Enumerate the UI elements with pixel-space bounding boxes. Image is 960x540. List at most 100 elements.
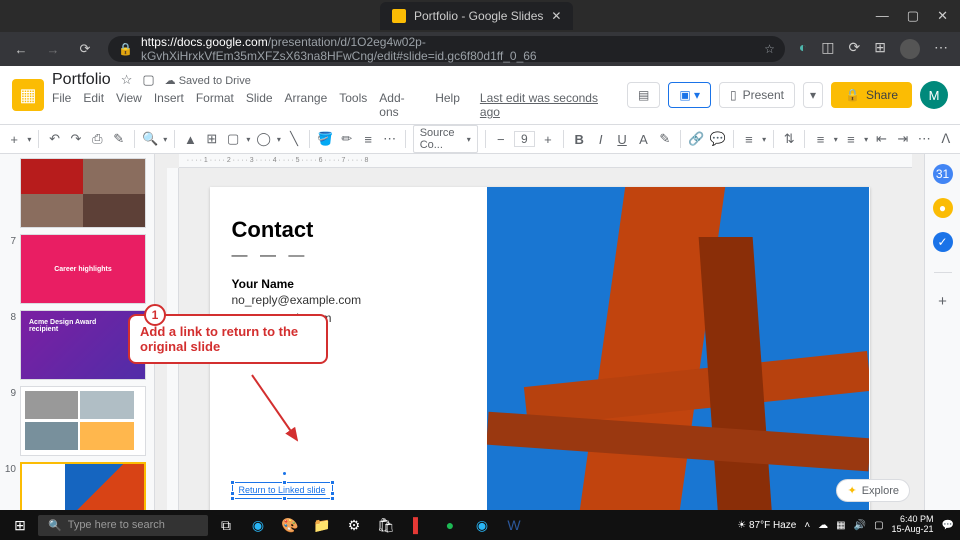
forward-icon[interactable]: → (44, 40, 62, 58)
line-icon[interactable]: ╲ (286, 130, 302, 148)
window-minimize-icon[interactable]: — (876, 8, 889, 24)
hide-menus-icon[interactable]: ᐱ (938, 130, 954, 148)
select-tool-icon[interactable]: ▲ (182, 130, 198, 148)
explore-button[interactable]: Explore (836, 479, 910, 502)
start-button[interactable]: ⊞ (6, 512, 34, 538)
url-input[interactable]: 🔒 https://docs.google.com/presentation/d… (108, 36, 785, 62)
return-link-textbox[interactable]: Return to Linked slide (232, 482, 333, 499)
edge-icon[interactable]: ◉ (244, 512, 272, 538)
print-icon[interactable]: ⎙ (89, 130, 105, 148)
tasks-icon[interactable]: ✓ (933, 232, 953, 252)
zoom-icon[interactable]: 🔍 (142, 130, 158, 148)
menu-help[interactable]: Help (435, 91, 460, 119)
align-icon[interactable]: ≡ (741, 130, 757, 148)
thumbnail-6[interactable] (20, 158, 146, 228)
back-icon[interactable]: ← (12, 40, 30, 58)
move-icon[interactable]: ▢ (142, 72, 154, 88)
store-icon[interactable]: 🛍 (372, 512, 400, 538)
thumbnail-10[interactable] (20, 462, 146, 514)
explorer-icon[interactable]: 📁 (308, 512, 336, 538)
settings-icon[interactable]: ⚙ (340, 512, 368, 538)
comment-icon[interactable]: 💬 (709, 130, 725, 148)
slides-logo-icon[interactable]: ▦ (12, 79, 44, 111)
bulleted-list-icon[interactable]: ≡ (843, 130, 859, 148)
last-edit-link[interactable]: Last edit was seconds ago (480, 91, 619, 119)
menu-slide[interactable]: Slide (246, 91, 273, 119)
language-icon[interactable]: ▢ (874, 520, 883, 531)
image-icon[interactable]: ▢ (225, 130, 241, 148)
font-selector[interactable]: Source Co...▾ (413, 125, 478, 153)
italic-icon[interactable]: I (592, 130, 608, 148)
calendar-icon[interactable]: 31 (933, 164, 953, 184)
sync-icon[interactable]: ⟳ (849, 39, 861, 59)
weather-widget[interactable]: ☀ 87°F Haze (737, 520, 796, 531)
app-icon[interactable]: 🎨 (276, 512, 304, 538)
keep-icon[interactable]: ● (933, 198, 953, 218)
clock[interactable]: 6:40 PM15-Aug-21 (892, 515, 934, 535)
thumbnail-7[interactable]: Career highlights (20, 234, 146, 304)
numbered-list-icon[interactable]: ≡ (812, 130, 828, 148)
office-icon[interactable]: ▌ (404, 512, 432, 538)
task-view-icon[interactable]: ⧉ (212, 512, 240, 538)
menu-edit[interactable]: Edit (83, 91, 104, 119)
thumbnail-9[interactable] (20, 386, 146, 456)
indent-decrease-icon[interactable]: ⇤ (873, 130, 889, 148)
document-title[interactable]: Portfolio (52, 71, 111, 89)
present-dropdown[interactable]: ▾ (803, 82, 823, 108)
underline-icon[interactable]: U (614, 130, 630, 148)
slideshow-dropdown[interactable]: ▣ ▾ (668, 82, 711, 108)
font-size-value[interactable]: 9 (514, 131, 535, 147)
text-color-icon[interactable]: A (635, 130, 651, 148)
highlight-icon[interactable]: ✎ (657, 130, 673, 148)
window-maximize-icon[interactable]: ▢ (907, 8, 919, 24)
extension-icon[interactable]: ◐ (799, 39, 807, 59)
share-button[interactable]: 🔒 Share (831, 82, 912, 108)
border-weight-icon[interactable]: ≡ (360, 130, 376, 148)
reload-icon[interactable]: ⟳ (76, 40, 94, 58)
volume-icon[interactable]: 🔊 (854, 520, 866, 531)
add-addon-icon[interactable]: + (938, 293, 947, 310)
menu-view[interactable]: View (116, 91, 142, 119)
onedrive-icon[interactable]: ☁ (818, 520, 828, 531)
tray-chevron-icon[interactable]: ˄ (804, 520, 810, 531)
new-slide-button[interactable]: + (6, 130, 22, 148)
textbox-icon[interactable]: ⊞ (204, 130, 220, 148)
account-avatar[interactable]: M (920, 81, 948, 109)
border-color-icon[interactable]: ✏ (339, 130, 355, 148)
collections-icon[interactable]: ⊞ (874, 39, 886, 59)
present-button[interactable]: ▯ Present (719, 82, 795, 108)
menu-file[interactable]: File (52, 91, 71, 119)
menu-format[interactable]: Format (196, 91, 234, 119)
profile-icon[interactable] (900, 39, 920, 59)
paint-format-icon[interactable]: ✎ (111, 130, 127, 148)
word-icon[interactable]: W (500, 512, 528, 538)
star-icon[interactable]: ☆ (764, 42, 775, 56)
menu-icon[interactable]: ⋯ (934, 39, 948, 59)
font-size-decrease[interactable]: − (493, 130, 509, 148)
menu-arrange[interactable]: Arrange (285, 91, 328, 119)
indent-increase-icon[interactable]: ⇥ (895, 130, 911, 148)
fill-color-icon[interactable]: 🪣 (317, 130, 333, 148)
shape-icon[interactable]: ◯ (255, 130, 271, 148)
close-tab-icon[interactable]: ✕ (551, 9, 561, 23)
browser-tab[interactable]: Portfolio - Google Slides ✕ (380, 2, 573, 30)
line-spacing-icon[interactable]: ⇅ (781, 130, 797, 148)
border-dash-icon[interactable]: ⋯ (381, 130, 397, 148)
star-doc-icon[interactable]: ☆ (121, 72, 133, 88)
insert-link-icon[interactable]: 🔗 (688, 130, 704, 148)
extensions-icon[interactable]: ◫ (821, 39, 834, 59)
undo-icon[interactable]: ↶ (46, 130, 62, 148)
redo-icon[interactable]: ↷ (68, 130, 84, 148)
app-icon-2[interactable]: ◉ (468, 512, 496, 538)
taskbar-search[interactable]: 🔍 Type here to search (38, 515, 208, 536)
menu-addons[interactable]: Add-ons (379, 91, 423, 119)
menu-insert[interactable]: Insert (154, 91, 184, 119)
font-size-increase[interactable]: + (540, 130, 556, 148)
notifications-icon[interactable]: 💬 (942, 520, 954, 531)
bold-icon[interactable]: B (571, 130, 587, 148)
window-close-icon[interactable]: ✕ (937, 8, 948, 24)
menu-tools[interactable]: Tools (339, 91, 367, 119)
comment-history-button[interactable]: ▤ (627, 82, 660, 108)
more-icon[interactable]: ⋯ (916, 130, 932, 148)
network-icon[interactable]: ▦ (836, 520, 845, 531)
